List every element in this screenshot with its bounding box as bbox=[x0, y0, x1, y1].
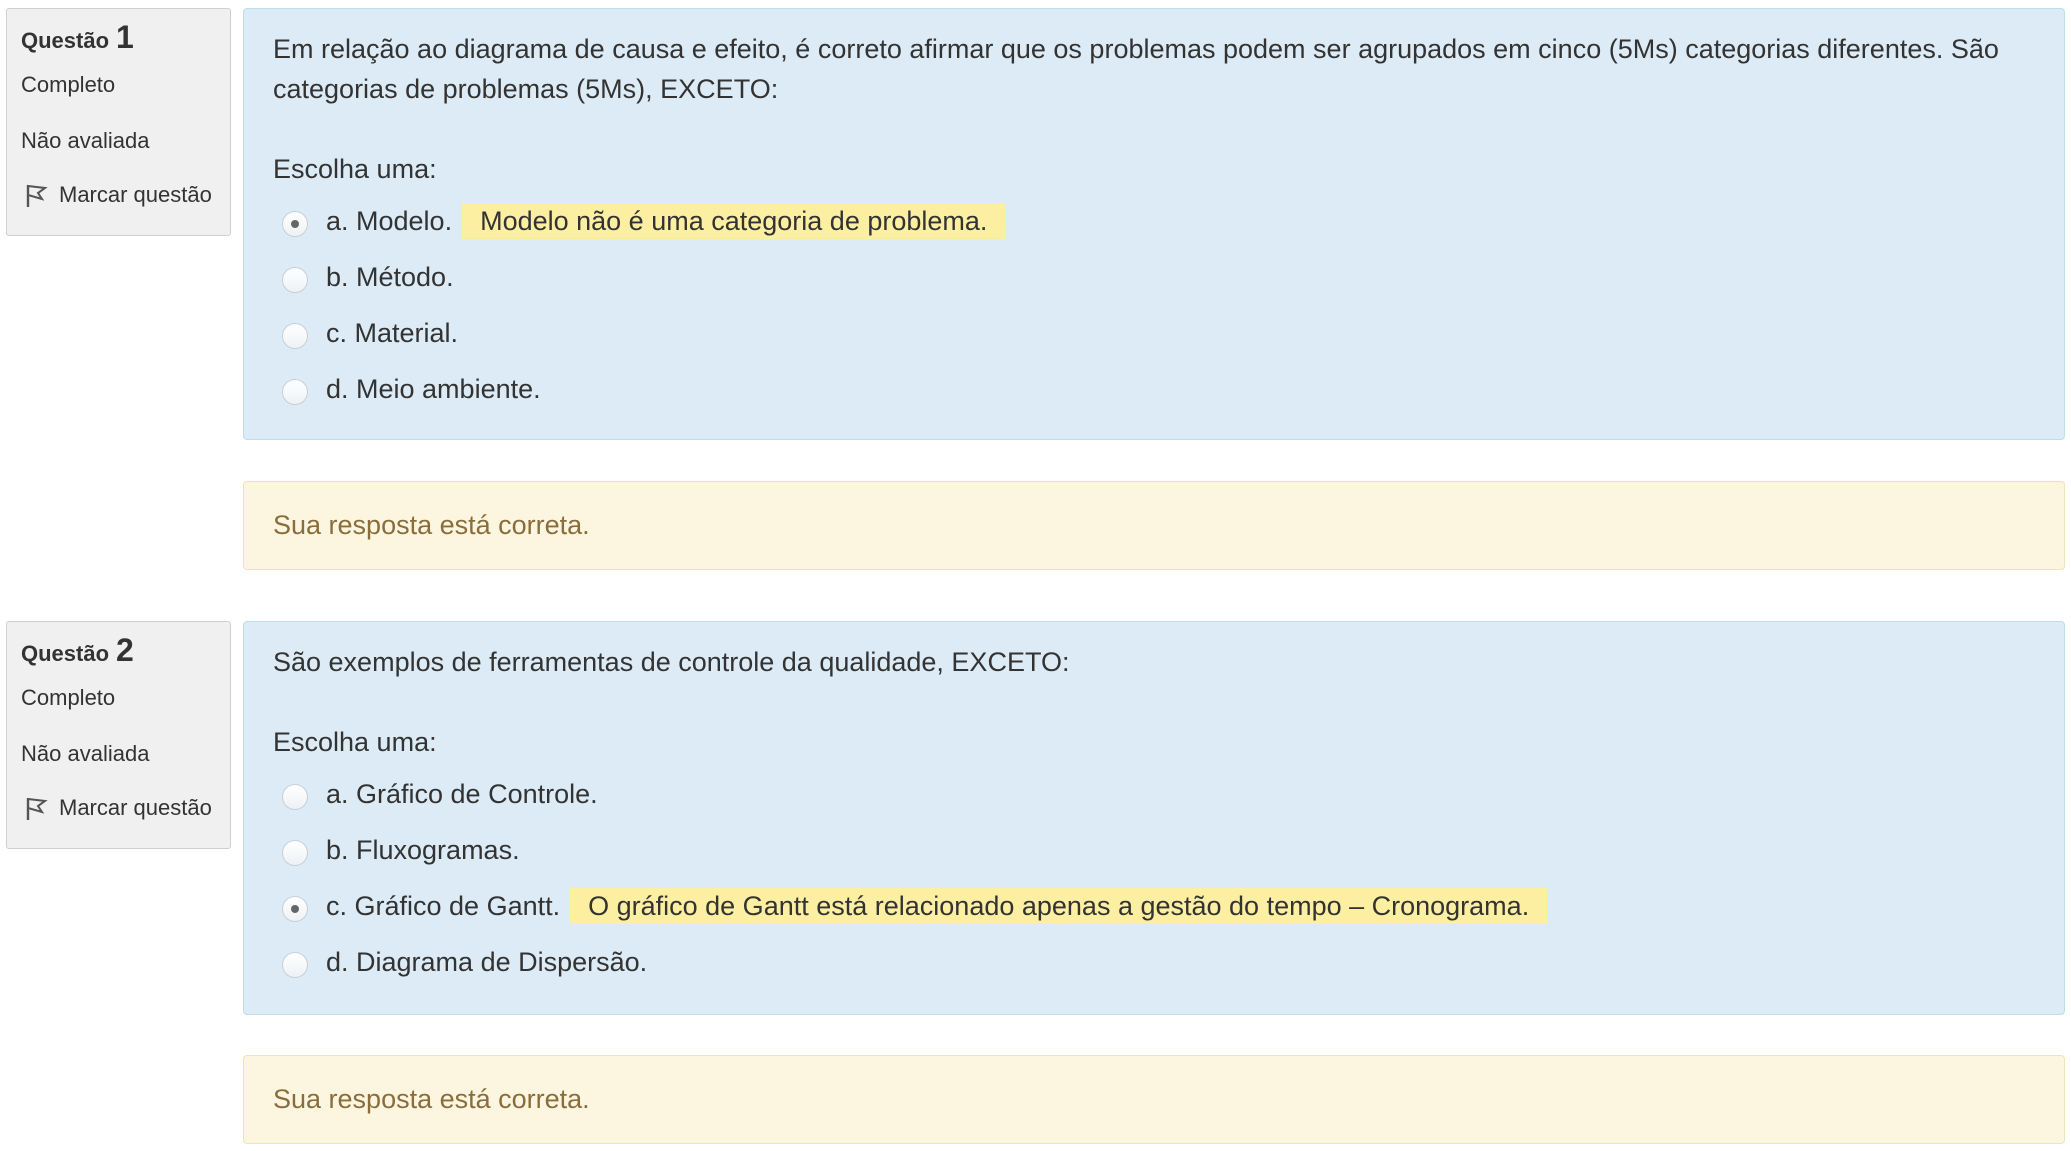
answer-prompt: Escolha uma: bbox=[273, 154, 437, 184]
flag-question-button[interactable]: Marcar questão bbox=[21, 788, 230, 828]
answer-option-d[interactable]: d. Meio ambiente. bbox=[273, 361, 2034, 417]
option-label: d. Diagrama de Dispersão. bbox=[326, 946, 648, 977]
question-label: Questão bbox=[21, 641, 110, 666]
option-label: a. Modelo. bbox=[326, 205, 453, 236]
question-outcome: Sua resposta está correta. bbox=[243, 481, 2065, 570]
flag-question-button[interactable]: Marcar questão bbox=[21, 175, 230, 215]
flag-icon bbox=[26, 797, 48, 820]
radio-button-selected[interactable] bbox=[282, 211, 308, 237]
specific-feedback: O gráfico de Gantt está relacionado apen… bbox=[570, 888, 1548, 924]
question-label: Questão bbox=[21, 28, 110, 53]
question-info: Questão 1 Completo Não avaliada Marcar q… bbox=[6, 8, 231, 236]
question-number: Questão 1 bbox=[21, 19, 230, 63]
answer-option-b[interactable]: b. Fluxogramas. bbox=[273, 822, 2034, 878]
option-label: b. Método. bbox=[326, 261, 454, 292]
answer-option-c[interactable]: c. Gráfico de Gantt. O gráfico de Gantt … bbox=[273, 878, 2034, 934]
question-text: Em relação ao diagrama de causa e efeito… bbox=[273, 34, 1999, 104]
question-number-value: 1 bbox=[116, 19, 134, 55]
option-label: a. Gráfico de Controle. bbox=[326, 778, 598, 809]
question-info: Questão 2 Completo Não avaliada Marcar q… bbox=[6, 621, 231, 849]
radio-button[interactable] bbox=[282, 267, 308, 293]
flag-question-label: Marcar questão bbox=[59, 795, 212, 820]
answer-option-b[interactable]: b. Método. bbox=[273, 249, 2034, 305]
radio-button[interactable] bbox=[282, 379, 308, 405]
answer-option-d[interactable]: d. Diagrama de Dispersão. bbox=[273, 934, 2034, 990]
question-grade: Não avaliada bbox=[21, 128, 150, 153]
question-grade: Não avaliada bbox=[21, 741, 150, 766]
general-feedback: Sua resposta está correta. bbox=[273, 1084, 590, 1114]
answer-options: a. Modelo. Modelo não é uma categoria de… bbox=[273, 193, 2034, 417]
question-number-value: 2 bbox=[116, 632, 134, 668]
question-number: Questão 2 bbox=[21, 632, 230, 676]
answer-option-a[interactable]: a. Modelo. Modelo não é uma categoria de… bbox=[273, 193, 2034, 249]
flag-icon bbox=[26, 184, 48, 207]
answer-options: a. Gráfico de Controle. b. Fluxogramas. … bbox=[273, 766, 2034, 990]
question-state: Completo bbox=[21, 72, 116, 97]
answer-option-a[interactable]: a. Gráfico de Controle. bbox=[273, 766, 2034, 822]
answer-option-c[interactable]: c. Material. bbox=[273, 305, 2034, 361]
general-feedback: Sua resposta está correta. bbox=[273, 510, 590, 540]
option-label: b. Fluxogramas. bbox=[326, 834, 520, 865]
specific-feedback: Modelo não é uma categoria de problema. bbox=[462, 203, 1006, 239]
radio-button-selected[interactable] bbox=[282, 896, 308, 922]
flag-question-label: Marcar questão bbox=[59, 182, 212, 207]
question-outcome: Sua resposta está correta. bbox=[243, 1055, 2065, 1144]
question-text: São exemplos de ferramentas de controle … bbox=[273, 647, 1070, 677]
question-formulation: São exemplos de ferramentas de controle … bbox=[243, 621, 2065, 1015]
radio-button[interactable] bbox=[282, 840, 308, 866]
option-label: c. Gráfico de Gantt. bbox=[326, 890, 561, 921]
option-label: c. Material. bbox=[326, 317, 459, 348]
radio-button[interactable] bbox=[282, 952, 308, 978]
radio-button[interactable] bbox=[282, 323, 308, 349]
question-state: Completo bbox=[21, 685, 116, 710]
option-label: d. Meio ambiente. bbox=[326, 373, 541, 404]
question-formulation: Em relação ao diagrama de causa e efeito… bbox=[243, 8, 2065, 440]
radio-button[interactable] bbox=[282, 784, 308, 810]
answer-prompt: Escolha uma: bbox=[273, 727, 437, 757]
